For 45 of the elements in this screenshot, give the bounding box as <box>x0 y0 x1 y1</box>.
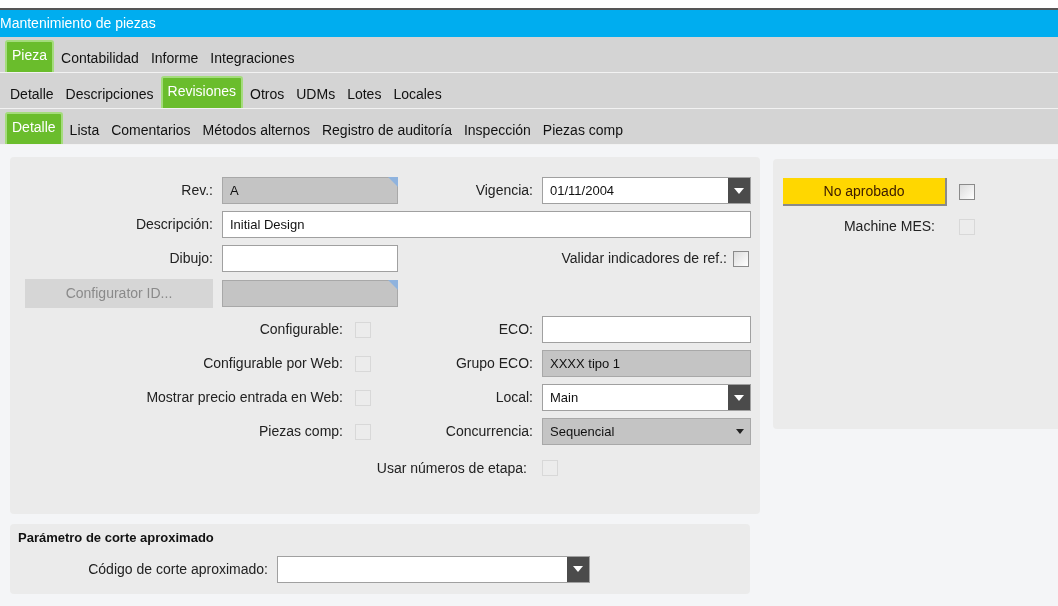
corner-icon <box>388 280 398 290</box>
tab[interactable]: UDMs <box>291 76 341 108</box>
tab[interactable]: Integraciones <box>205 40 300 72</box>
tab[interactable]: Piezas comp <box>537 112 628 144</box>
field-label: Configurable: <box>258 320 343 339</box>
tab[interactable]: Locales <box>388 76 447 108</box>
field-label: Machine MES: <box>842 217 935 236</box>
tab[interactable]: Detalle <box>5 76 59 108</box>
field-label: Piezas comp: <box>257 422 343 441</box>
field-label: Local: <box>494 388 533 407</box>
tab[interactable]: Registro de auditoría <box>316 112 457 144</box>
field-label: Validar indicadores de ref.: <box>560 249 727 268</box>
tab[interactable]: Contabilidad <box>56 40 144 72</box>
approval-button[interactable]: No aprobado <box>783 178 947 206</box>
tab[interactable]: Lotes <box>342 76 387 108</box>
field-label: Grupo ECO: <box>454 354 533 373</box>
code-dropdown[interactable] <box>277 555 590 583</box>
dropdown-arrow-icon <box>736 429 744 434</box>
tab[interactable]: Comentarios <box>106 112 196 144</box>
field-label: Dibujo: <box>168 249 213 268</box>
drawing-field[interactable] <box>222 245 398 272</box>
field-label: Mostrar precio entrada en Web: <box>145 388 343 407</box>
window-title: Mantenimiento de piezas <box>0 10 1058 37</box>
field-label: Concurrencia: <box>444 422 533 441</box>
field-label: Código de corte aproximado: <box>87 559 268 579</box>
field-label: Descripción: <box>134 215 213 234</box>
dropdown[interactable]: Main <box>542 384 751 411</box>
tab[interactable]: Métodos alternos <box>197 112 315 144</box>
field-label: Usar números de etapa: <box>375 458 527 478</box>
tab[interactable]: Inspección <box>458 112 536 144</box>
tab[interactable]: Lista <box>64 112 105 144</box>
date-dropdown[interactable]: 01/11/2004 <box>542 177 751 204</box>
field-label: Rev.: <box>180 181 213 200</box>
checkbox[interactable] <box>733 250 749 267</box>
section-title: Parámetro de corte aproximado <box>18 529 215 547</box>
corner-icon <box>388 177 398 187</box>
tab[interactable]: Descripciones <box>60 76 159 108</box>
tab[interactable]: Otros <box>245 76 290 108</box>
field-label: ECO: <box>497 320 533 339</box>
text-field[interactable] <box>542 316 751 343</box>
description-field[interactable]: Initial Design <box>222 211 751 238</box>
checkbox[interactable] <box>959 184 975 200</box>
field-label: Vigencia: <box>474 181 533 200</box>
tab[interactable]: Informe <box>145 40 204 72</box>
field-label: Configurable por Web: <box>202 354 343 373</box>
